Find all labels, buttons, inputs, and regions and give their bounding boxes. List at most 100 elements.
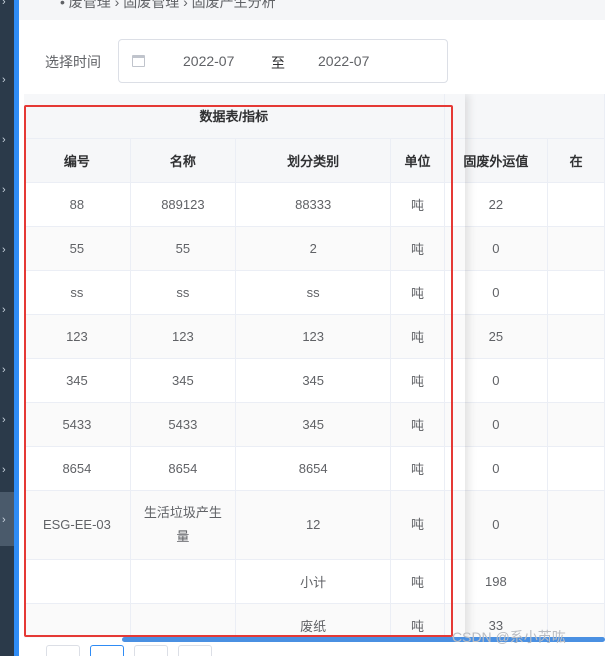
- table-row[interactable]: ESG-EE-03 生活垃圾产生量 12 吨 0: [24, 490, 605, 560]
- pagination-next-button[interactable]: [178, 645, 212, 656]
- cell-code: 5433: [24, 402, 131, 447]
- cell-transport: 0: [444, 270, 549, 315]
- cell-category: 12: [235, 490, 392, 560]
- table-row[interactable]: 8654 8654 8654 吨 0: [24, 446, 605, 491]
- cell-category: 88333: [235, 182, 392, 227]
- cell-unit: 吨: [390, 402, 445, 447]
- group-header: 数据表/指标: [24, 94, 445, 139]
- cell-more: [547, 358, 605, 403]
- table-row[interactable]: 88 889123 88333 吨 22: [24, 182, 605, 227]
- pagination-page-button[interactable]: [90, 645, 124, 656]
- cell-unit: 吨: [390, 182, 445, 227]
- cell-code: 55: [24, 226, 131, 271]
- column-header-more[interactable]: 在: [547, 138, 605, 183]
- table-grid: 数据表/指标 编号 名称 划分类别 单位 固废外运值 在 88 889123 8…: [24, 94, 605, 638]
- chevron-right-icon[interactable]: ›: [2, 134, 12, 146]
- cell-name: 889123: [130, 182, 236, 227]
- table-row[interactable]: 小计 吨 198: [24, 559, 605, 604]
- cell-name: [130, 559, 236, 604]
- cell-more: [547, 314, 605, 359]
- cell-code: 123: [24, 314, 131, 359]
- cell-transport: 0: [444, 358, 549, 403]
- cell-unit: 吨: [390, 358, 445, 403]
- cell-code: 8654: [24, 446, 131, 491]
- cell-category: 2: [235, 226, 392, 271]
- cell-more: [547, 402, 605, 447]
- cell-name: 5433: [130, 402, 236, 447]
- cell-more: [547, 270, 605, 315]
- chevron-right-icon[interactable]: ›: [2, 464, 12, 476]
- cell-unit: 吨: [390, 446, 445, 491]
- group-header-right: [444, 94, 605, 139]
- data-table[interactable]: 数据表/指标 编号 名称 划分类别 单位 固废外运值 在 88 889123 8…: [24, 94, 605, 638]
- table-row[interactable]: 5433 5433 345 吨 0: [24, 402, 605, 447]
- cell-more: [547, 490, 605, 560]
- cell-more: [547, 182, 605, 227]
- cell-name: 55: [130, 226, 236, 271]
- cell-unit: 吨: [390, 226, 445, 271]
- column-header-transport[interactable]: 固废外运值: [444, 138, 549, 183]
- chevron-right-icon[interactable]: ›: [2, 184, 12, 196]
- cell-transport: 25: [444, 314, 549, 359]
- cell-unit: 吨: [390, 270, 445, 315]
- cell-category: ss: [235, 270, 392, 315]
- cell-code: 345: [24, 358, 131, 403]
- cell-name: 123: [130, 314, 236, 359]
- cell-unit: 吨: [390, 490, 445, 560]
- chevron-right-icon[interactable]: ›: [2, 364, 12, 376]
- breadcrumb: • 废管理 › 固废管理 › 固废产生分析: [60, 0, 276, 10]
- chevron-right-icon[interactable]: ›: [2, 414, 12, 426]
- cell-unit: 吨: [390, 603, 445, 638]
- cell-name: 生活垃圾产生量: [130, 490, 236, 560]
- column-header-code[interactable]: 编号: [24, 138, 131, 183]
- cell-transport: 198: [444, 559, 549, 604]
- cell-name: 345: [130, 358, 236, 403]
- table-row[interactable]: 345 345 345 吨 0: [24, 358, 605, 403]
- cell-more: [547, 559, 605, 604]
- chevron-right-icon[interactable]: ›: [2, 0, 12, 8]
- table-row[interactable]: 123 123 123 吨 25: [24, 314, 605, 359]
- pagination-prev-button[interactable]: [46, 645, 80, 656]
- pagination-page-button[interactable]: [134, 645, 168, 656]
- cell-more: [547, 226, 605, 271]
- date-range-picker[interactable]: 2022-07 至 2022-07: [118, 39, 448, 83]
- cell-transport: 0: [444, 402, 549, 447]
- cell-category: 345: [235, 358, 392, 403]
- column-header-unit[interactable]: 单位: [390, 138, 445, 183]
- table-row[interactable]: ss ss ss 吨 0: [24, 270, 605, 315]
- column-header-name[interactable]: 名称: [130, 138, 236, 183]
- watermark: CSDN @系小芮吰: [452, 629, 566, 645]
- cell-code: [24, 559, 131, 604]
- sidebar-accent-bar: [14, 0, 19, 656]
- cell-transport: 0: [444, 226, 549, 271]
- cell-name: ss: [130, 270, 236, 315]
- chevron-right-icon[interactable]: ›: [2, 304, 12, 316]
- sidebar[interactable]: › › › › › › › › › ›: [0, 0, 14, 656]
- cell-unit: 吨: [390, 559, 445, 604]
- cell-unit: 吨: [390, 314, 445, 359]
- cell-category: 345: [235, 402, 392, 447]
- column-header-category[interactable]: 划分类别: [235, 138, 392, 183]
- chevron-right-icon[interactable]: ›: [2, 514, 12, 526]
- cell-transport: 0: [444, 446, 549, 491]
- cell-code: 88: [24, 182, 131, 227]
- end-month[interactable]: 2022-07: [318, 53, 369, 69]
- cell-category: 123: [235, 314, 392, 359]
- cell-category: 废纸: [235, 603, 392, 638]
- cell-code: [24, 603, 131, 638]
- table-row[interactable]: 55 55 2 吨 0: [24, 226, 605, 271]
- range-separator: 至: [271, 55, 285, 71]
- cell-code: ESG-EE-03: [24, 490, 131, 560]
- cell-more: [547, 446, 605, 491]
- cell-name: [130, 603, 236, 638]
- cell-name: 8654: [130, 446, 236, 491]
- cell-category: 小计: [235, 559, 392, 604]
- cell-category: 8654: [235, 446, 392, 491]
- cell-code: ss: [24, 270, 131, 315]
- start-month[interactable]: 2022-07: [183, 53, 234, 69]
- calendar-icon: [132, 55, 145, 67]
- cell-transport: 22: [444, 182, 549, 227]
- chevron-right-icon[interactable]: ›: [2, 74, 12, 86]
- chevron-right-icon[interactable]: ›: [2, 244, 12, 256]
- cell-transport: 0: [444, 490, 549, 560]
